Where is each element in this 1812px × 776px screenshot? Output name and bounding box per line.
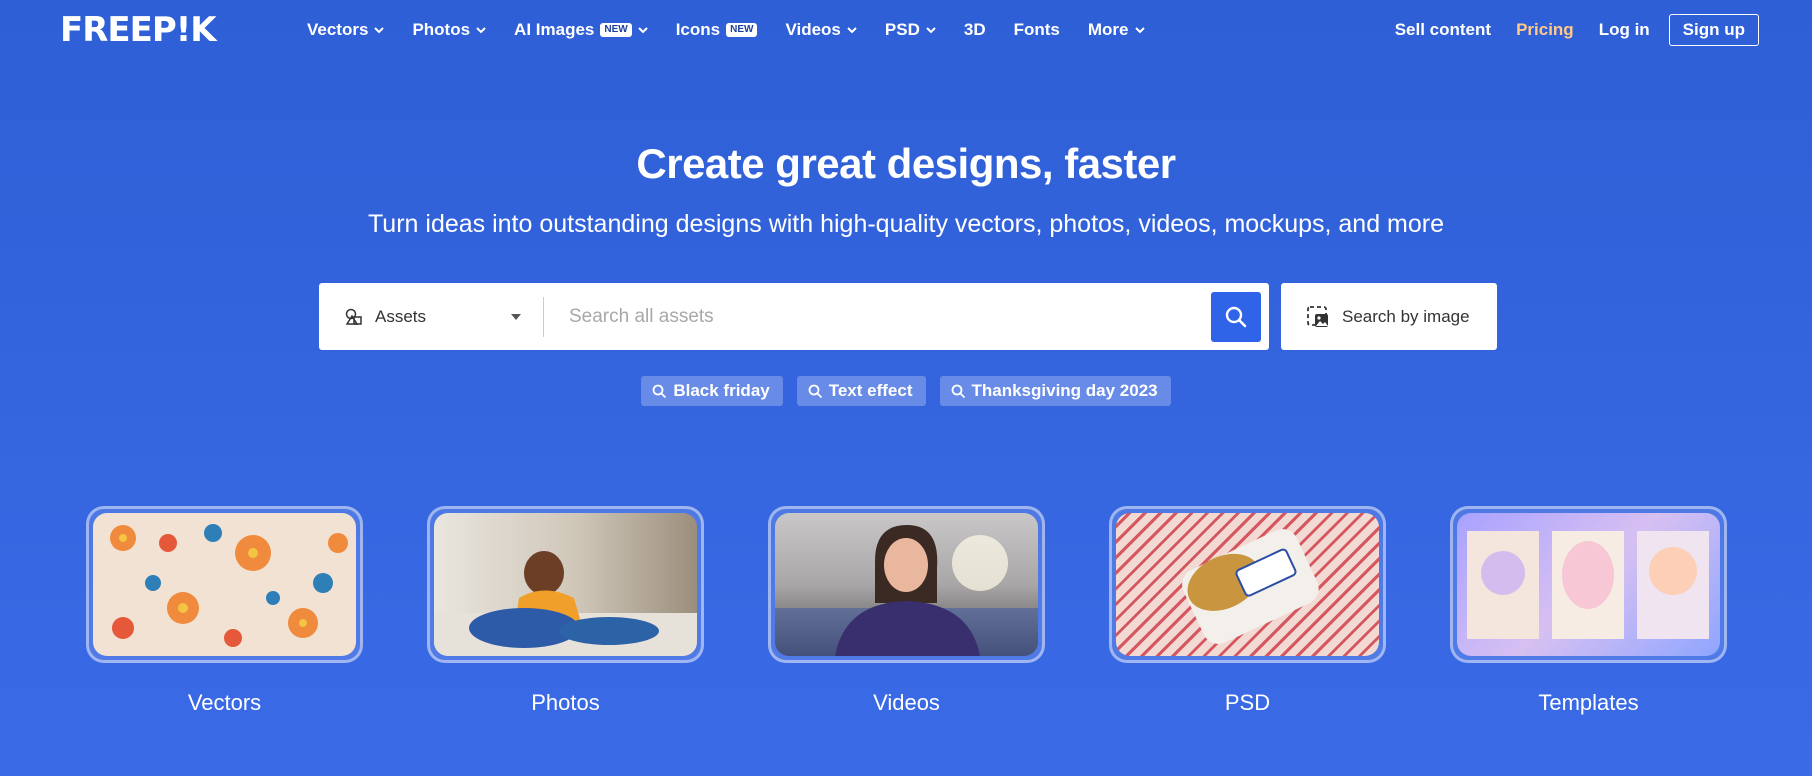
videos-thumbnail	[775, 513, 1038, 656]
caret-down-icon	[511, 314, 521, 320]
chevron-down-icon	[637, 27, 648, 34]
nav-videos[interactable]: Videos	[785, 18, 857, 42]
pricing-link[interactable]: Pricing	[1516, 20, 1574, 40]
tag-label: Text effect	[828, 381, 913, 400]
search-icon	[951, 384, 965, 398]
category-templates[interactable]: Templates	[1450, 506, 1727, 716]
nav-photos[interactable]: Photos	[412, 18, 486, 42]
new-badge: NEW	[600, 23, 632, 37]
main-nav: Vectors Photos AI Images NEW Icons NEW V…	[307, 18, 1173, 42]
nav-ai-images-label: AI Images	[514, 20, 595, 39]
chevron-down-icon	[476, 27, 486, 34]
category-frame	[427, 506, 704, 663]
search-bar: Assets	[319, 283, 1269, 350]
image-search-icon	[1307, 305, 1328, 327]
chevron-down-icon	[374, 27, 385, 34]
sell-content-link[interactable]: Sell content	[1395, 20, 1491, 40]
search-by-image-button[interactable]: Search by image	[1281, 283, 1497, 350]
category-cards: Vectors Photos Videos PSD Templates	[86, 506, 1791, 716]
search-icon	[1225, 306, 1247, 327]
nav-icons-label: Icons	[675, 20, 721, 39]
top-navigation-bar: FREEP!K Vectors Photos AI Images NEW Ico…	[0, 0, 1812, 60]
chevron-down-icon	[926, 27, 936, 34]
nav-vectors[interactable]: Vectors	[307, 18, 385, 42]
tag-label: Thanksgiving day 2023	[971, 381, 1158, 400]
search-by-image-label: Search by image	[1342, 306, 1470, 326]
poster-templates-image	[1467, 531, 1709, 639]
search-input[interactable]	[544, 283, 1211, 350]
nav-more-label: More	[1087, 20, 1129, 39]
category-vectors[interactable]: Vectors	[86, 506, 363, 716]
tag-black-friday[interactable]: Black friday	[641, 376, 783, 406]
nav-psd[interactable]: PSD	[885, 18, 936, 42]
psd-thumbnail	[1116, 513, 1379, 656]
floral-pattern-image	[110, 524, 348, 647]
category-frame	[768, 506, 1045, 663]
category-label: Vectors	[187, 690, 262, 715]
search-icon	[652, 384, 667, 398]
search-button[interactable]	[1211, 291, 1261, 342]
nav-photos-label: Photos	[412, 20, 471, 39]
sign-up-button[interactable]: Sign up	[1668, 14, 1759, 46]
login-link[interactable]: Log in	[1599, 20, 1650, 40]
category-photos[interactable]: Photos	[427, 506, 704, 716]
nav-3d[interactable]: 3D	[964, 18, 986, 42]
tag-label: Black friday	[673, 381, 770, 400]
category-label: Templates	[1538, 690, 1639, 715]
nav-more[interactable]: More	[1088, 18, 1145, 42]
tag-thanksgiving[interactable]: Thanksgiving day 2023	[939, 376, 1171, 406]
vectors-thumbnail	[93, 513, 356, 656]
shapes-icon	[345, 308, 362, 325]
category-label: PSD	[1224, 690, 1271, 715]
new-badge: NEW	[726, 23, 758, 37]
nav-icons[interactable]: Icons NEW	[676, 18, 758, 42]
popular-tags: Black friday Text effect Thanksgiving da…	[0, 376, 1812, 406]
category-frame	[1109, 506, 1386, 663]
tag-text-effect[interactable]: Text effect	[796, 376, 926, 406]
nav-videos-label: Videos	[785, 20, 841, 39]
category-frame	[86, 506, 363, 663]
photos-thumbnail	[434, 513, 697, 656]
asset-type-label: Assets	[375, 306, 427, 326]
chevron-down-icon	[847, 27, 857, 34]
nav-ai-images[interactable]: AI Images NEW	[514, 18, 648, 42]
templates-thumbnail	[1457, 513, 1720, 656]
freepik-logo[interactable]: FREEP!K	[60, 12, 217, 48]
asset-type-select[interactable]: Assets	[319, 283, 543, 350]
bread-mockup-image	[1182, 529, 1319, 644]
category-label: Photos	[531, 690, 600, 715]
chevron-down-icon	[1134, 27, 1145, 34]
category-psd[interactable]: PSD	[1109, 506, 1386, 716]
nav-3d-label: 3D	[963, 20, 986, 39]
search-icon	[808, 384, 822, 398]
nav-psd-label: PSD	[884, 20, 920, 39]
hero-subtitle: Turn ideas into outstanding designs with…	[367, 210, 1445, 238]
account-nav: Sell content Pricing Log in Sign up	[1370, 14, 1759, 46]
category-label: Videos	[873, 690, 940, 715]
category-frame	[1450, 506, 1727, 663]
category-videos[interactable]: Videos	[768, 506, 1045, 716]
hero-title: Create great designs, faster	[636, 140, 1176, 187]
nav-fonts-label: Fonts	[1013, 20, 1060, 39]
nav-fonts[interactable]: Fonts	[1014, 18, 1060, 42]
nav-vectors-label: Vectors	[307, 20, 369, 39]
woman-portrait-image	[775, 525, 1038, 656]
child-photo-image	[434, 551, 697, 656]
